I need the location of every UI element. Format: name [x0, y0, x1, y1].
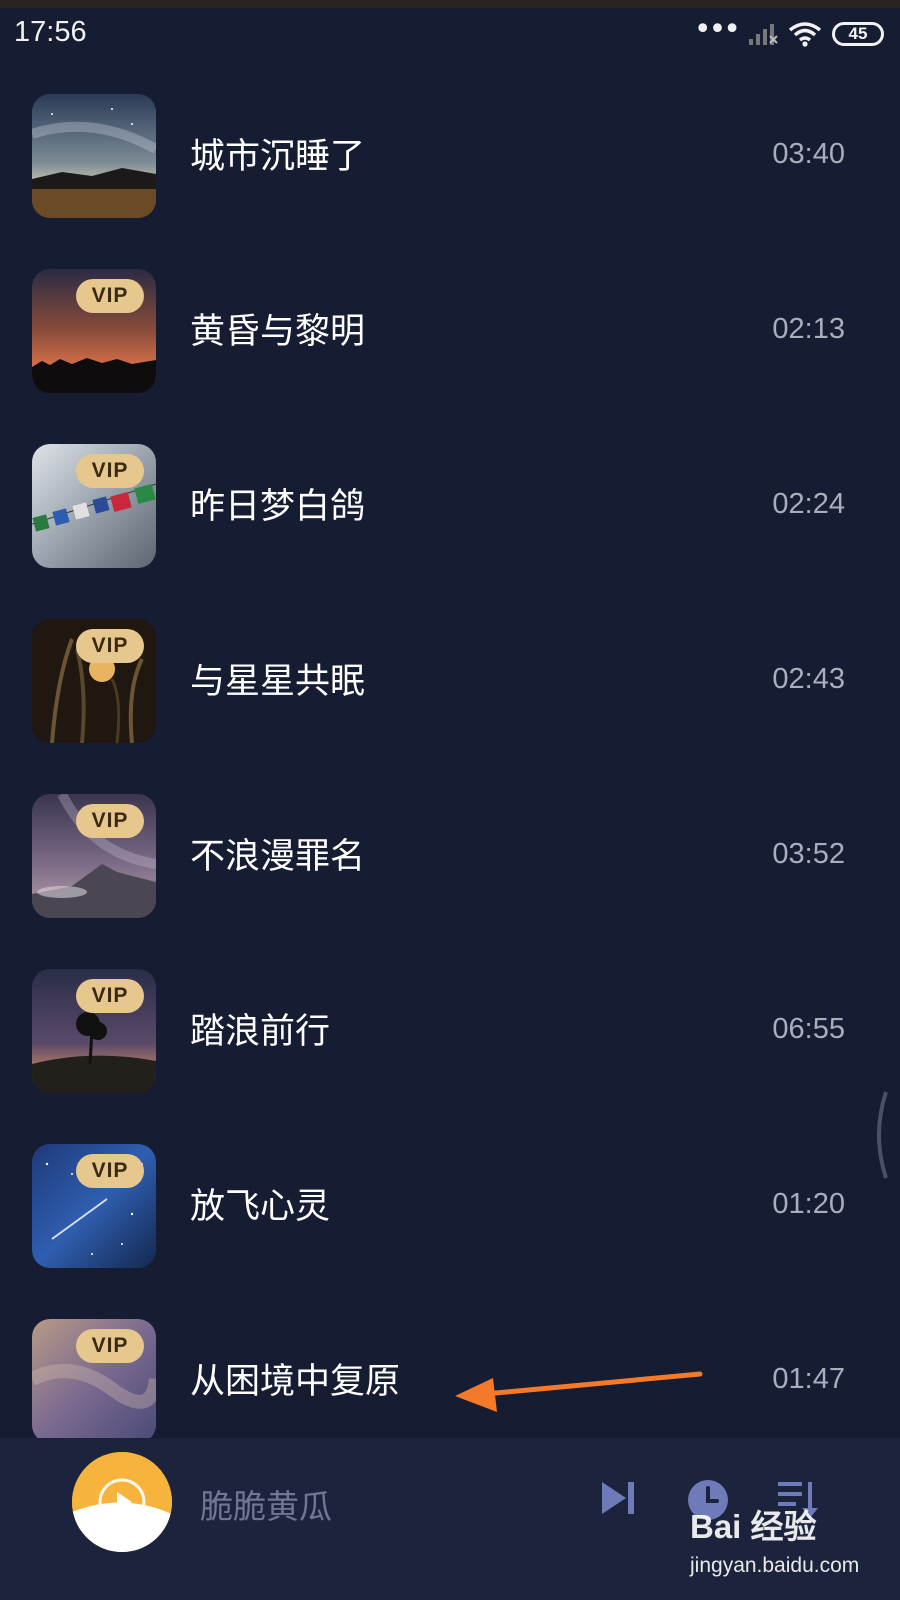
- track-title: 放飞心灵: [190, 1187, 331, 1227]
- track-title: 踏浪前行: [190, 1012, 331, 1052]
- battery-level: 45: [848, 24, 868, 43]
- track-cover: VIP: [32, 619, 156, 743]
- baidu-jingyan-watermark: Bai 经验 jingyan.baidu.com: [690, 1500, 890, 1596]
- track-cover: [32, 94, 156, 218]
- track-duration: 02:24: [772, 488, 845, 520]
- skip-next-icon[interactable]: [598, 1478, 638, 1518]
- track-duration: 01:47: [772, 1363, 845, 1395]
- track-duration: 01:20: [772, 1188, 845, 1220]
- track-row[interactable]: VIP 昨日梦白鸽 02:24: [0, 410, 900, 585]
- track-row[interactable]: 城市沉睡了 03:40: [0, 60, 900, 235]
- vip-badge: VIP: [76, 1154, 144, 1188]
- track-duration: 03:40: [772, 138, 845, 170]
- track-title: 黄昏与黎明: [190, 312, 366, 352]
- scroll-edge-indicator: [877, 1091, 888, 1179]
- track-duration: 06:55: [772, 1013, 845, 1045]
- watermark-brand: Bai 经验: [690, 1508, 817, 1545]
- track-cover: VIP: [32, 1319, 156, 1443]
- vip-badge: VIP: [76, 979, 144, 1013]
- track-title: 昨日梦白鸽: [190, 487, 366, 527]
- vip-badge: VIP: [76, 629, 144, 663]
- vip-badge: VIP: [76, 1329, 144, 1363]
- now-playing-cover[interactable]: [72, 1452, 172, 1552]
- vip-badge: VIP: [76, 454, 144, 488]
- track-title: 城市沉睡了: [190, 137, 366, 177]
- track-row[interactable]: VIP 黄昏与黎明 02:13: [0, 235, 900, 410]
- top-edge: [0, 0, 900, 8]
- track-cover: VIP: [32, 794, 156, 918]
- track-row[interactable]: VIP 放飞心灵 01:20: [0, 1110, 900, 1285]
- track-duration: 03:52: [772, 838, 845, 870]
- track-title: 不浪漫罪名: [190, 837, 366, 877]
- vip-badge: VIP: [76, 279, 144, 313]
- more-dots-icon: •••: [693, 12, 741, 47]
- now-playing-title: 脆脆黄瓜: [200, 1487, 332, 1526]
- signal-icon: [749, 24, 778, 45]
- battery-icon: 45: [832, 22, 884, 46]
- track-row[interactable]: VIP 与星星共眠 02:43: [0, 585, 900, 760]
- status-time: 17:56: [14, 16, 87, 48]
- orange-arrow-annotation: [455, 1371, 703, 1412]
- track-cover: VIP: [32, 969, 156, 1093]
- status-bar: 17:56 ••• 45: [0, 8, 900, 60]
- track-cover: VIP: [32, 444, 156, 568]
- vip-badge: VIP: [76, 804, 144, 838]
- track-title: 从困境中复原: [190, 1362, 401, 1402]
- track-row[interactable]: VIP 不浪漫罪名 03:52: [0, 760, 900, 935]
- track-cover: VIP: [32, 1144, 156, 1268]
- track-title: 与星星共眠: [190, 662, 366, 702]
- track-row[interactable]: VIP 从困境中复原 01:47: [0, 1285, 900, 1460]
- track-duration: 02:43: [772, 663, 845, 695]
- track-cover: VIP: [32, 269, 156, 393]
- wifi-icon: [788, 22, 822, 47]
- watermark-url: jingyan.baidu.com: [690, 1554, 860, 1577]
- track-duration: 02:13: [772, 313, 845, 345]
- track-row[interactable]: VIP 踏浪前行 06:55: [0, 935, 900, 1110]
